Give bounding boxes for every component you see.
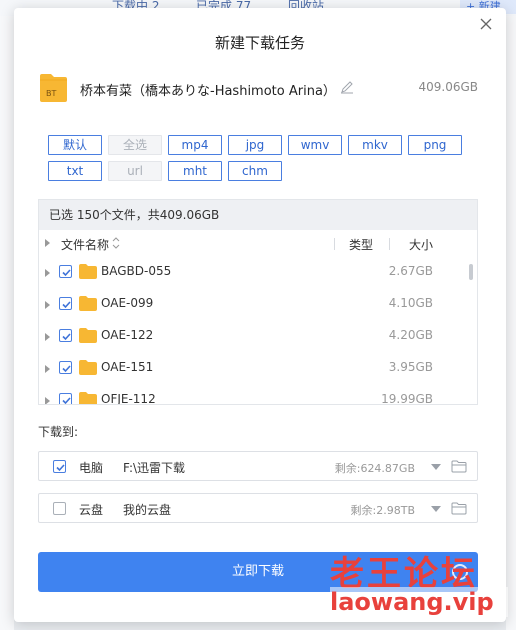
close-icon — [480, 18, 492, 30]
folder-browse-icon[interactable] — [451, 460, 467, 473]
task-name: 桥本有菜（橋本ありな-Hashimoto Arina） — [80, 84, 336, 99]
chevron-down-icon[interactable] — [431, 506, 441, 512]
check-icon — [62, 397, 71, 404]
target-cloud[interactable]: 云盘 我的云盘 剩余:2.98TB — [38, 493, 478, 523]
chevron-down-icon[interactable] — [431, 464, 441, 470]
column-type[interactable]: 类型 — [349, 236, 373, 253]
target-cloud-path[interactable]: 我的云盘 — [123, 501, 171, 518]
folder-icon — [79, 296, 97, 311]
bt-file-icon: BT — [40, 74, 67, 102]
target-cloud-checkbox[interactable] — [53, 502, 66, 515]
filter-mht[interactable]: mht — [168, 161, 222, 181]
file-name: OAE-122 — [101, 328, 154, 342]
new-download-dialog: 新建下载任务 BT 桥本有菜（橋本ありな-Hashimoto Arina） 40… — [14, 8, 506, 622]
close-button[interactable] — [476, 14, 496, 34]
file-row[interactable]: BAGBD-055 2.67GB — [39, 256, 477, 288]
download-to-label: 下载到: — [38, 425, 79, 439]
expand-icon[interactable] — [45, 333, 50, 341]
check-icon — [62, 365, 71, 373]
target-cloud-free: 剩余:2.98TB — [350, 504, 415, 517]
column-size[interactable]: 大小 — [409, 236, 433, 253]
selection-summary: 已选 150个文件，共409.06GB — [39, 200, 477, 230]
file-name: OFJE-112 — [101, 392, 156, 405]
expand-all-icon[interactable] — [45, 239, 50, 247]
check-icon — [62, 333, 71, 341]
file-list-scrollbar[interactable] — [469, 264, 473, 280]
filter-default[interactable]: 默认 — [48, 135, 102, 155]
bt-label: BT — [46, 89, 56, 98]
file-list-panel: 已选 150个文件，共409.06GB 文件名称 类型 大小 BAGBD-055… — [38, 199, 478, 405]
filter-png[interactable]: png — [408, 135, 462, 155]
background-right-edge — [506, 16, 516, 630]
file-size: 4.20GB — [388, 328, 433, 342]
file-checkbox[interactable] — [59, 361, 72, 374]
column-divider — [389, 238, 390, 250]
file-name: OAE-151 — [101, 360, 154, 374]
file-checkbox[interactable] — [59, 265, 72, 278]
filter-select-all: 全选 — [108, 135, 162, 155]
target-local-path[interactable]: F:\迅雷下载 — [123, 459, 185, 476]
filter-mkv[interactable]: mkv — [348, 135, 402, 155]
folder-icon — [79, 264, 97, 279]
folder-icon — [79, 360, 97, 375]
filter-chm[interactable]: chm — [228, 161, 282, 181]
watermark-url: laowang.vip — [330, 587, 508, 617]
target-local-name: 电脑 — [79, 461, 104, 475]
file-name: OAE-099 — [101, 296, 154, 310]
file-size: 3.95GB — [388, 360, 433, 374]
check-icon — [62, 269, 71, 277]
file-size: 2.67GB — [388, 264, 433, 278]
sort-icon[interactable] — [111, 236, 121, 250]
file-row[interactable]: OAE-099 4.10GB — [39, 288, 477, 320]
filter-txt[interactable]: txt — [48, 161, 102, 181]
download-now-label: 立即下载 — [231, 564, 284, 579]
expand-icon[interactable] — [45, 365, 50, 373]
expand-icon[interactable] — [45, 269, 50, 277]
target-cloud-name: 云盘 — [79, 503, 104, 517]
check-icon — [56, 464, 65, 472]
folder-icon — [79, 328, 97, 343]
file-name: BAGBD-055 — [101, 264, 172, 278]
folder-browse-icon[interactable] — [451, 502, 467, 515]
column-name[interactable]: 文件名称 — [61, 236, 109, 253]
expand-icon[interactable] — [45, 397, 50, 404]
expand-icon[interactable] — [45, 301, 50, 309]
file-checkbox[interactable] — [59, 297, 72, 310]
filter-wmv[interactable]: wmv — [288, 135, 342, 155]
file-list-header: 文件名称 类型 大小 — [39, 230, 477, 256]
file-checkbox[interactable] — [59, 329, 72, 342]
target-local-free: 剩余:624.87GB — [334, 462, 415, 475]
file-checkbox[interactable] — [59, 393, 72, 404]
column-divider — [334, 238, 335, 250]
file-row[interactable]: OAE-151 3.95GB — [39, 352, 477, 384]
task-size: 409.06GB — [418, 80, 478, 94]
file-size: 19.99GB — [381, 392, 433, 405]
check-icon — [62, 301, 71, 309]
folder-icon — [79, 392, 97, 404]
file-size: 4.10GB — [388, 296, 433, 310]
dialog-title: 新建下载任务 — [214, 34, 305, 52]
file-row[interactable]: OFJE-112 19.99GB — [39, 384, 477, 405]
filter-jpg[interactable]: jpg — [228, 135, 282, 155]
target-local[interactable]: 电脑 F:\迅雷下载 剩余:624.87GB — [38, 451, 478, 481]
filter-url: url — [108, 161, 162, 181]
background-left-edge — [0, 16, 14, 630]
file-row[interactable]: OAE-122 4.20GB — [39, 320, 477, 352]
target-local-checkbox[interactable] — [53, 460, 66, 473]
edit-icon[interactable] — [340, 80, 354, 94]
filter-mp4[interactable]: mp4 — [168, 135, 222, 155]
